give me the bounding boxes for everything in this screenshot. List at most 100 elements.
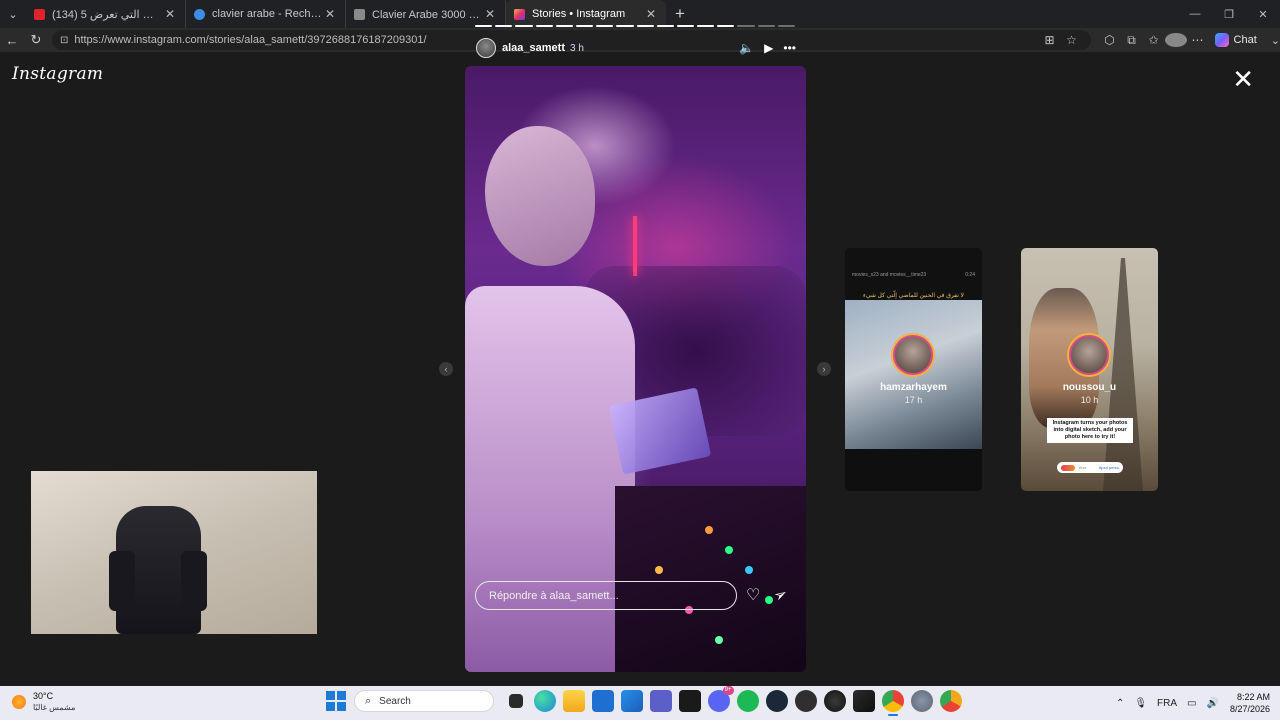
text-editor-icon[interactable] <box>678 690 701 712</box>
story-progress-segment <box>495 25 513 27</box>
story-preview-noussou-u[interactable]: noussou_u 10 h Instagram turns your phot… <box>1021 248 1158 491</box>
story-author-avatar[interactable] <box>476 38 496 58</box>
gaming-chair-arm <box>181 551 207 611</box>
file-explorer-icon[interactable] <box>562 690 585 712</box>
preview-username: noussou_u <box>1062 382 1117 393</box>
search-favicon-icon <box>194 8 205 20</box>
discord-icon[interactable]: 9+ <box>707 686 734 712</box>
url-text: https://www.instagram.com/stories/alaa_s… <box>74 34 427 46</box>
preview-avatar <box>893 335 933 375</box>
close-tab-icon[interactable]: ✕ <box>323 7 337 21</box>
language-indicator[interactable]: FRA <box>1157 698 1177 709</box>
volume-icon[interactable]: 🔊 <box>1207 698 1219 709</box>
weather-widget[interactable]: 30°C مشمس غالبًا <box>12 691 75 713</box>
mixer-light <box>705 526 713 534</box>
sticker-right-text: Ajout perso <box>1098 465 1119 470</box>
story-progress-segment <box>475 25 493 27</box>
start-button[interactable] <box>326 691 346 711</box>
preview-username: hamzarhayem <box>880 382 947 393</box>
sidebar-toggle-icon[interactable]: ⌄ <box>1271 34 1280 47</box>
restore-button[interactable]: ❐ <box>1212 0 1246 28</box>
tab-title: clavier arabe - Recherche <box>212 8 323 20</box>
story-progress-segment <box>676 25 695 27</box>
story-progress-segment <box>575 25 594 27</box>
mixer-light <box>715 636 723 644</box>
story-preview-hamzarhayem[interactable]: movies_s23 and movies__time23 0:24 لا تف… <box>845 248 982 491</box>
preview-eiffel-tower <box>1103 258 1143 491</box>
tab-clavier-arabe[interactable]: Clavier Arabe 3000 ™ الكتابة بالعربية ✕ <box>346 0 506 28</box>
window-controls: — ❐ ✕ <box>1178 0 1280 28</box>
outlook-icon[interactable] <box>591 690 614 712</box>
story-header: alaa_samett 3 h 🔈 ▶ ••• <box>476 37 796 59</box>
tab-actions-menu[interactable]: ⌄ <box>0 0 26 28</box>
close-tab-icon[interactable]: ✕ <box>644 7 658 21</box>
new-tab-button[interactable]: + <box>666 0 694 28</box>
taskbar-search[interactable]: ⌕ Search <box>354 690 494 712</box>
app-available-icon[interactable]: ⊞ <box>1039 33 1061 47</box>
favorites-icon[interactable]: ✩ <box>1143 33 1165 47</box>
story-progress-segment <box>515 25 533 27</box>
reply-input[interactable]: Répondre à alaa_samett... <box>475 581 737 610</box>
display-icon[interactable]: ▭ <box>1187 698 1196 709</box>
preview-handles-text: movies_s23 and movies__time23 <box>852 272 927 278</box>
tab-bing-search[interactable]: clavier arabe - Recherche ✕ <box>186 0 346 28</box>
chrome-canary-icon[interactable] <box>939 690 962 712</box>
instagram-favicon-icon <box>514 8 525 20</box>
story-progress-bar <box>475 25 795 27</box>
settings-icon[interactable] <box>910 690 933 712</box>
xbox-icon[interactable] <box>823 690 846 712</box>
teams-icon[interactable] <box>649 690 672 712</box>
refresh-button[interactable]: ↻ <box>24 28 48 52</box>
windows-taskbar: 30°C مشمس غالبًا ⌕ Search 9+ ⌃ 🎙 FRA ▭ 🔊… <box>0 686 1280 720</box>
split-screen-icon[interactable]: ⧉ <box>1121 33 1143 48</box>
favorite-star-icon[interactable]: ☆ <box>1061 33 1083 47</box>
next-story-button[interactable]: › <box>817 362 831 376</box>
store-icon[interactable] <box>620 690 643 712</box>
story-progress-segment <box>697 25 715 27</box>
task-view-icon[interactable] <box>509 694 523 708</box>
terminal-icon[interactable] <box>852 690 875 712</box>
play-icon[interactable]: ▶ <box>764 41 773 55</box>
minimize-button[interactable]: — <box>1178 0 1212 28</box>
extensions-icon[interactable]: ⬡ <box>1099 33 1121 47</box>
search-placeholder: Search <box>379 695 411 707</box>
previous-story-button[interactable]: ‹ <box>439 362 453 376</box>
system-clock[interactable]: 8:22 AM 8/27/2026 <box>1230 691 1270 715</box>
tab-title: Clavier Arabe 3000 ™ الكتابة بالعربية <box>372 8 483 21</box>
more-menu-icon[interactable]: ⋯ <box>1187 33 1209 47</box>
search-icon: ⌕ <box>365 694 372 707</box>
story-neon-light <box>633 216 637 276</box>
tab-instagram-stories[interactable]: Stories • Instagram ✕ <box>506 0 666 28</box>
microphone-icon[interactable]: 🎙 <box>1134 698 1147 709</box>
instagram-logo[interactable]: Instagram <box>12 64 103 84</box>
story-controls: 🔈 ▶ ••• <box>739 41 796 55</box>
edge-icon[interactable] <box>533 690 556 712</box>
like-icon[interactable]: ♡ <box>746 585 760 605</box>
back-button[interactable]: ← <box>0 28 24 52</box>
story-progress-segment <box>616 25 634 27</box>
profile-icon[interactable] <box>1164 33 1187 48</box>
chrome-icon[interactable] <box>881 690 904 716</box>
taskbar-center: ⌕ Search 9+ <box>318 686 965 716</box>
story-progress-segment <box>737 25 755 27</box>
story-progress-segment <box>777 25 795 27</box>
obs-icon[interactable] <box>794 690 817 712</box>
close-tab-icon[interactable]: ✕ <box>483 7 497 21</box>
copilot-chat-button[interactable]: Chat <box>1214 33 1257 47</box>
clock-time: 8:22 AM <box>1236 692 1270 702</box>
close-tab-icon[interactable]: ✕ <box>163 7 177 21</box>
site-info-icon[interactable]: ⊡ <box>60 35 68 46</box>
spotify-icon[interactable] <box>736 690 759 712</box>
story-username[interactable]: alaa_samett <box>502 42 565 54</box>
steam-icon[interactable] <box>765 690 788 712</box>
browser-extensions: ⬡ ⧉ ✩ ⋯ <box>1099 33 1209 48</box>
more-options-icon[interactable]: ••• <box>783 41 796 55</box>
tab-youtube[interactable]: (134) 5 من أخطر الهجمات التي تعرض ✕ <box>26 0 186 28</box>
mute-icon[interactable]: 🔈 <box>739 41 754 55</box>
show-hidden-icons-icon[interactable]: ⌃ <box>1116 698 1124 709</box>
close-stories-button[interactable]: ✕ <box>1232 66 1254 92</box>
chat-label: Chat <box>1233 34 1257 46</box>
notification-badge: 9+ <box>722 686 734 695</box>
close-window-button[interactable]: ✕ <box>1246 0 1280 28</box>
story-person-head <box>485 126 595 266</box>
